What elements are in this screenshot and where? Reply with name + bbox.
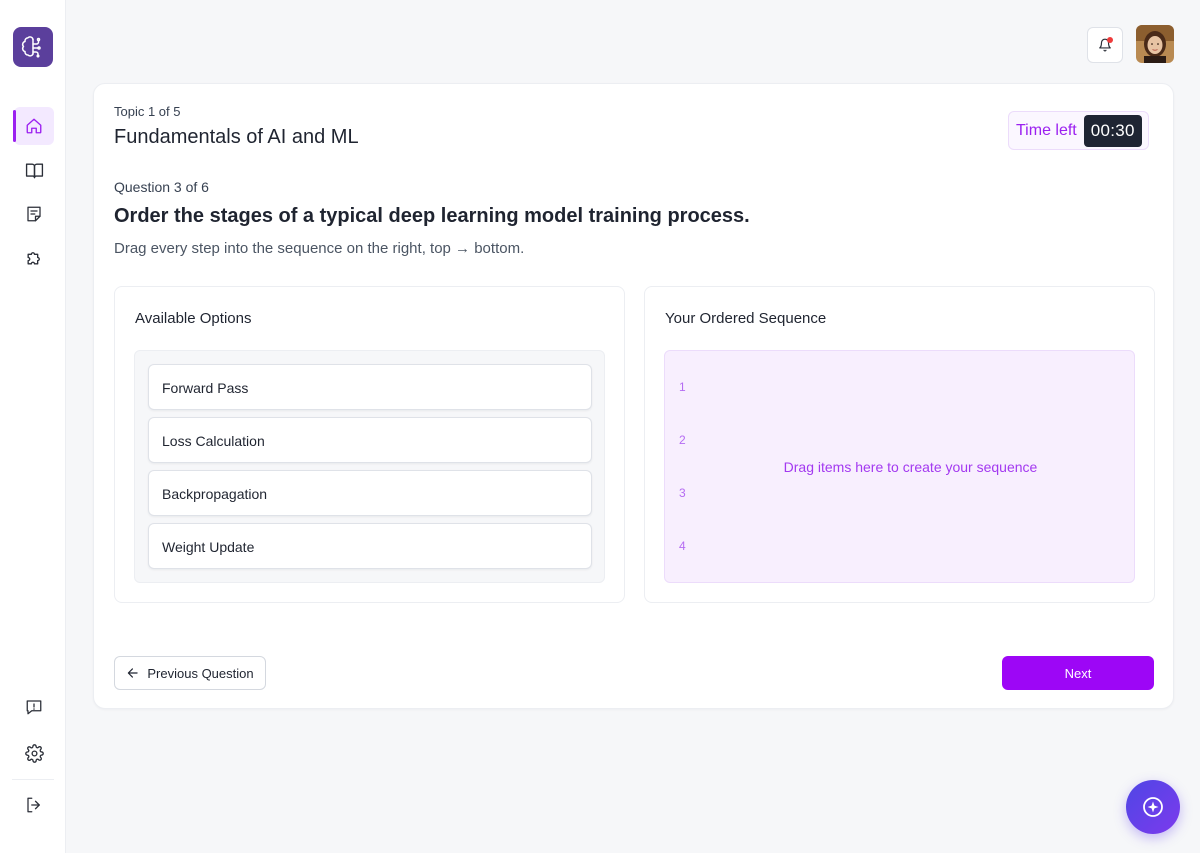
timer-label: Time left <box>1016 121 1077 139</box>
sidebar-item-home[interactable] <box>13 107 54 145</box>
sidebar-item-notes[interactable] <box>14 195 54 233</box>
sidebar <box>0 0 66 853</box>
draggable-option[interactable]: Forward Pass <box>148 364 592 410</box>
notification-dot <box>1107 37 1113 43</box>
sidebar-item-logout[interactable] <box>14 786 54 824</box>
sidebar-item-extensions[interactable] <box>14 238 54 276</box>
question-instruction: Drag every step into the sequence on the… <box>114 240 525 257</box>
sidebar-item-settings[interactable] <box>14 734 54 772</box>
ordered-sequence-title: Your Ordered Sequence <box>665 310 827 327</box>
puzzle-icon <box>26 251 40 265</box>
avatar[interactable] <box>1136 25 1174 63</box>
available-options-panel: Available Options Forward Pass Loss Calc… <box>114 286 625 603</box>
gear-icon <box>24 743 44 763</box>
arrow-left-icon <box>128 668 139 678</box>
sequence-slot-number: 4 <box>679 539 686 553</box>
sparkle-icon <box>1143 797 1163 817</box>
sequence-slot-number: 3 <box>679 486 686 500</box>
drop-zone-hint: Drag items here to create your sequence <box>783 459 1038 475</box>
question-title: Order the stages of a typical deep learn… <box>114 205 750 227</box>
draggable-option[interactable]: Weight Update <box>148 523 592 569</box>
draggable-option[interactable]: Backpropagation <box>148 470 592 516</box>
topic-counter: Topic 1 of 5 <box>114 104 181 119</box>
notes-icon <box>27 206 41 222</box>
timer: Time left 00:30 <box>1008 111 1149 150</box>
next-button[interactable]: Next <box>1002 656 1154 690</box>
home-icon <box>26 118 42 134</box>
logout-icon <box>27 797 40 813</box>
topic-title: Fundamentals of AI and ML <box>114 126 359 148</box>
ordered-sequence-panel: Your Ordered Sequence 1 2 3 4 Drag items… <box>644 286 1155 603</box>
next-label: Next <box>1064 665 1092 681</box>
book-icon <box>25 162 43 178</box>
previous-question-label: Previous Question <box>147 665 254 681</box>
sidebar-item-courses[interactable] <box>14 151 54 189</box>
notifications-button[interactable] <box>1087 27 1123 63</box>
chat-icon <box>26 700 42 715</box>
ai-assistant-button[interactable] <box>1126 780 1180 834</box>
sequence-slot-number: 1 <box>679 380 686 394</box>
timer-value: 00:30 <box>1083 114 1142 147</box>
quiz-card: Topic 1 of 5 Fundamentals of AI and ML T… <box>93 83 1174 709</box>
question-counter: Question 3 of 6 <box>114 179 209 195</box>
draggable-option[interactable]: Loss Calculation <box>148 417 592 463</box>
sidebar-item-feedback[interactable] <box>14 688 54 726</box>
brain-logo-icon[interactable] <box>13 27 53 67</box>
sidebar-divider <box>12 779 54 780</box>
sequence-drop-zone[interactable]: 1 2 3 4 Drag items here to create your s… <box>664 350 1135 583</box>
available-options-title: Available Options <box>135 310 252 327</box>
sequence-slot-number: 2 <box>679 433 686 447</box>
previous-question-button[interactable]: Previous Question <box>114 656 266 690</box>
options-list: Forward Pass Loss Calculation Backpropag… <box>134 350 605 583</box>
